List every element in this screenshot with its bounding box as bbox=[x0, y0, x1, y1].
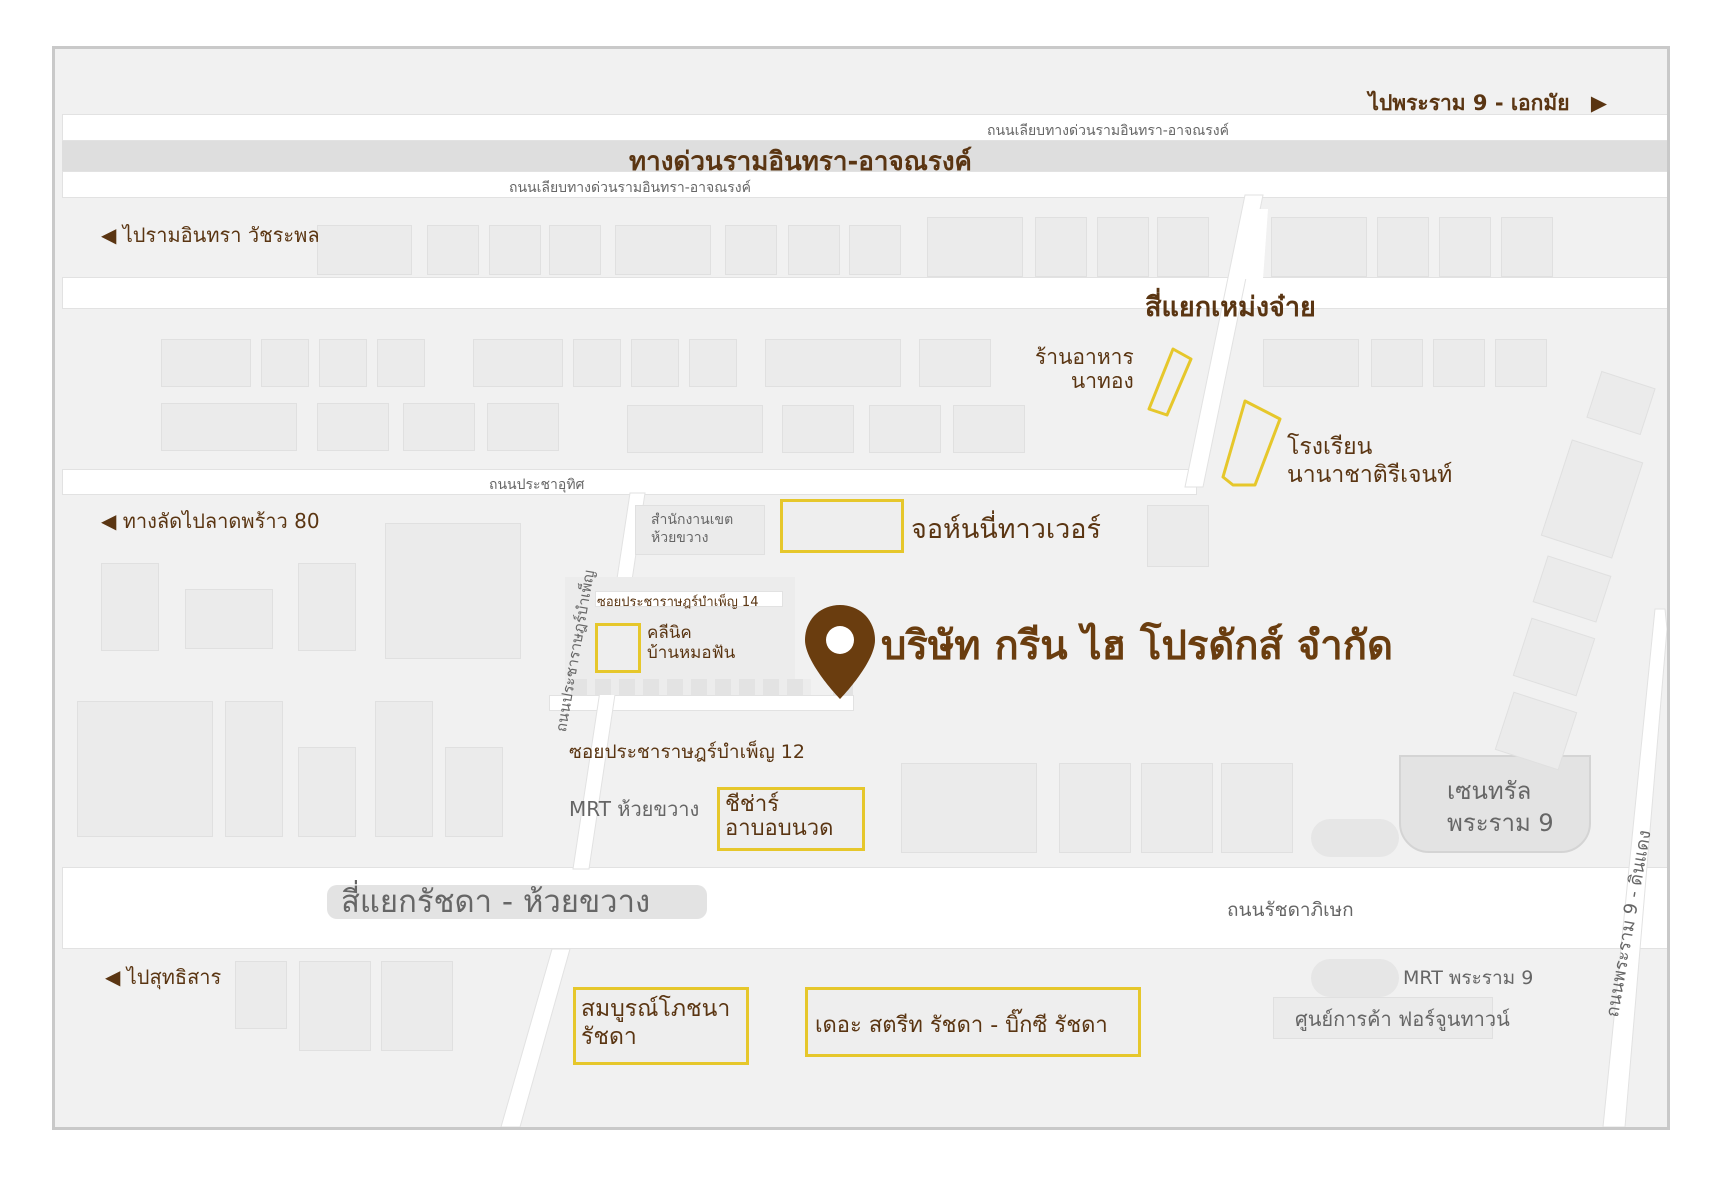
ratchadaphisek-label: ถนนรัชดาภิเษก bbox=[1227, 899, 1354, 921]
somboon-line1: สมบูรณ์โภชนา bbox=[581, 996, 731, 1022]
central-line2: พระราม 9 bbox=[1447, 809, 1554, 837]
mengjai-intersection-label: สี่แยกเหม่งจ๋าย bbox=[1145, 292, 1316, 323]
direction-ladprao80-label: ทางลัดไปลาดพร้าว 80 bbox=[122, 509, 320, 533]
frontage-top-label: ถนนเลียบทางด่วนรามอินทรา-อาจณรงค์ bbox=[987, 123, 1229, 139]
clinic-box bbox=[595, 623, 641, 673]
clinic-line1: คลีนิค bbox=[647, 623, 692, 643]
direction-rama9-ekkamai: ไปพระราม 9 - เอกมัย ▶ bbox=[1368, 87, 1607, 120]
regent-school-outline bbox=[1221, 399, 1282, 487]
chiza-line1: ชีช่าร์ bbox=[725, 792, 780, 817]
the-street-label: เดอะ สตรีท รัชดา - บิ๊กซี รัชดา bbox=[815, 1013, 1108, 1038]
natong-restaurant-label: ร้านอาหาร นาทอง bbox=[1035, 345, 1134, 393]
direction-suthisan: ◀ ไปสุทธิสาร bbox=[105, 961, 221, 993]
triangle-left-icon: ◀ bbox=[101, 223, 117, 247]
district-line1: สำนักงานเขต bbox=[651, 512, 734, 528]
regent-line2: นานาชาติรีเจนท์ bbox=[1287, 462, 1453, 488]
regent-school-label: โรงเรียน นานาชาติรีเจนท์ bbox=[1287, 433, 1452, 489]
district-office-label: สำนักงานเขต ห้วยขวาง bbox=[651, 511, 733, 547]
central-line1: เซนทรัล bbox=[1447, 777, 1532, 805]
central-rama9-label: เซนทรัล พระราม 9 bbox=[1447, 775, 1554, 839]
direction-rama9-ekkamai-label: ไปพระราม 9 - เอกมัย bbox=[1368, 91, 1570, 115]
district-line2: ห้วยขวาง bbox=[651, 530, 709, 546]
triangle-left-icon: ◀ bbox=[101, 509, 117, 533]
direction-ramintra-label: ไปรามอินทรา วัชระพล bbox=[122, 223, 320, 247]
regent-line1: โรงเรียน bbox=[1287, 434, 1373, 460]
direction-ladprao80: ◀ ทางลัดไปลาดพร้าว 80 bbox=[101, 505, 320, 537]
location-pin-icon bbox=[805, 605, 875, 699]
johnny-tower-box bbox=[780, 499, 904, 553]
natong-restaurant-outline bbox=[1147, 347, 1193, 417]
soi14-label: ซอยประชาราษฎร์บำเพ็ญ 14 bbox=[597, 595, 759, 610]
johnny-tower-label: จอห์นนี่ทาวเวอร์ bbox=[911, 514, 1101, 545]
mrt-huaikhwang-label: MRT ห้วยขวาง bbox=[569, 797, 700, 821]
somboon-label: สมบูรณ์โภชนา รัชดา bbox=[581, 995, 730, 1051]
direction-ramintra: ◀ ไปรามอินทรา วัชระพล bbox=[101, 219, 320, 251]
soi12-label: ซอยประชาราษฎร์บำเพ็ญ 12 bbox=[569, 741, 805, 763]
location-map: ไปพระราม 9 - เอกมัย ▶ ◀ ไปรามอินทรา วัชร… bbox=[52, 46, 1670, 1130]
fortune-town-label: ศูนย์การค้า ฟอร์จูนทาวน์ bbox=[1295, 1007, 1510, 1031]
mrt-rama9-label: MRT พระราม 9 bbox=[1403, 967, 1534, 989]
clinic-line2: บ้านหมอฟัน bbox=[647, 643, 736, 663]
ratchada-intersection-label: สี่แยกรัชดา - ห้วยขวาง bbox=[327, 885, 707, 919]
triangle-right-icon: ▶ bbox=[1590, 91, 1607, 115]
triangle-left-icon: ◀ bbox=[105, 965, 121, 989]
direction-suthisan-label: ไปสุทธิสาร bbox=[126, 965, 222, 989]
pracha-uthit-label: ถนนประชาอุทิศ bbox=[489, 477, 585, 493]
chiza-line2: อาบอบนวด bbox=[725, 816, 834, 841]
natong-line2: นาทอง bbox=[1070, 369, 1134, 393]
somboon-line2: รัชดา bbox=[581, 1024, 637, 1050]
company-name: บริษัท กรีน ไฮ โปรดักส์ จำกัด bbox=[881, 623, 1393, 669]
expressway-label: ทางด่วนรามอินทรา-อาจณรงค์ bbox=[629, 147, 972, 177]
clinic-label: คลีนิค บ้านหมอฟัน bbox=[647, 623, 735, 663]
frontage-bottom-label: ถนนเลียบทางด่วนรามอินทรา-อาจณรงค์ bbox=[509, 180, 751, 196]
natong-line1: ร้านอาหาร bbox=[1035, 345, 1134, 369]
chiza-label: ชีช่าร์ อาบอบนวด bbox=[725, 793, 833, 841]
